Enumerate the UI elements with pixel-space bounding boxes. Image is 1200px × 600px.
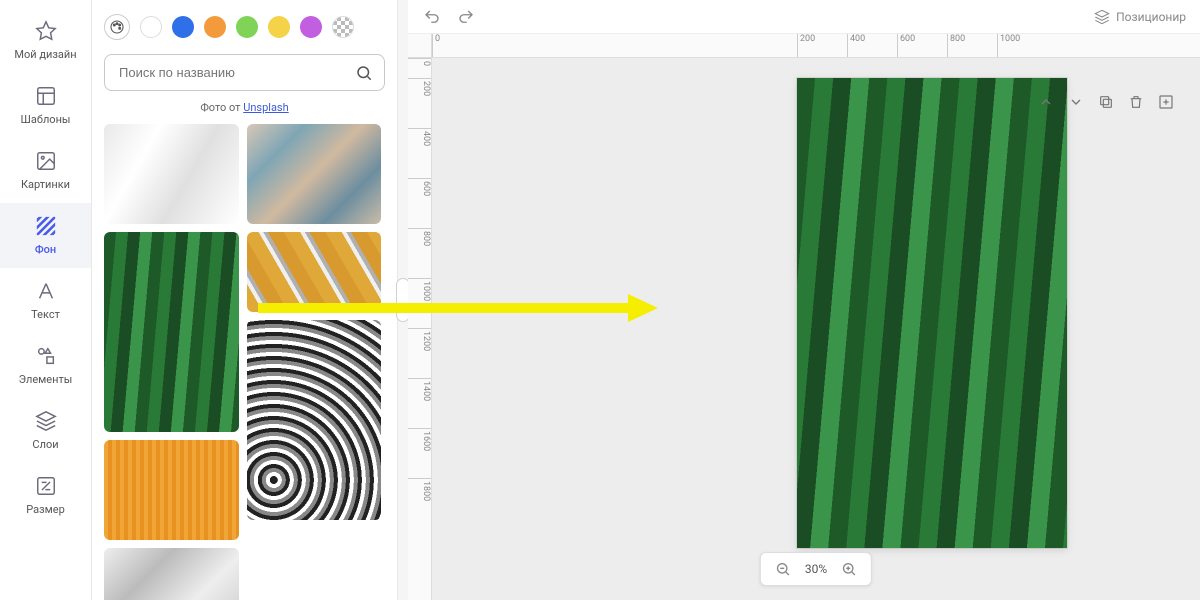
- panel-divider: [398, 0, 408, 600]
- bg-thumb-tiles[interactable]: [247, 124, 382, 224]
- move-down-button[interactable]: [1066, 92, 1086, 112]
- nav-label: Текст: [31, 308, 60, 321]
- swatch-transparent[interactable]: [332, 16, 354, 38]
- credit-prefix: Фото от: [200, 101, 243, 114]
- left-nav: Мой дизайн Шаблоны Картинки Фон Текст: [0, 0, 92, 600]
- duplicate-button[interactable]: [1096, 92, 1116, 112]
- undo-button[interactable]: [422, 7, 442, 27]
- bg-thumb-white-weave[interactable]: [104, 124, 239, 224]
- zoom-in-button[interactable]: [839, 559, 859, 579]
- delete-button[interactable]: [1126, 92, 1146, 112]
- nav-text[interactable]: Текст: [0, 268, 91, 333]
- ruler-horizontal: 0 200 400 600 800 1000: [432, 34, 1200, 58]
- nav-label: Мой дизайн: [14, 48, 76, 61]
- nav-images[interactable]: Картинки: [0, 138, 91, 203]
- workspace: 0 200 400 600 800 1000 0 200 400 600 800…: [408, 34, 1200, 600]
- resize-icon: [35, 475, 57, 497]
- stage: Позиционир 0 200 400 600 800 1000 0 200 …: [408, 0, 1200, 600]
- photo-credit: Фото от Unsplash: [104, 101, 385, 114]
- nav-background[interactable]: Фон: [0, 203, 91, 268]
- bg-thumb-swirl[interactable]: [247, 320, 382, 520]
- search-input[interactable]: [104, 54, 385, 91]
- zoom-level: 30%: [805, 562, 827, 576]
- ruler-tick: 200: [408, 78, 431, 128]
- bg-thumb-gray3d[interactable]: [104, 548, 239, 600]
- text-icon: [35, 280, 57, 302]
- add-button[interactable]: [1156, 92, 1176, 112]
- background-icon: [35, 215, 57, 237]
- star-icon: [35, 20, 57, 42]
- ruler-tick: 0: [408, 58, 431, 78]
- search-box: [104, 54, 385, 91]
- positioning-label: Позиционир: [1116, 10, 1186, 24]
- search-icon[interactable]: [355, 64, 373, 82]
- ruler-tick: 1000: [997, 34, 1047, 57]
- swatch-orange[interactable]: [204, 16, 226, 38]
- swatch-yellow[interactable]: [268, 16, 290, 38]
- artboard-background: [797, 78, 1067, 548]
- image-icon: [35, 150, 57, 172]
- canvas-topbar: Позиционир: [408, 0, 1200, 34]
- color-swatches: [104, 14, 385, 40]
- nav-label: Шаблоны: [21, 113, 71, 126]
- swatch-white[interactable]: [140, 16, 162, 38]
- canvas-artboard[interactable]: [797, 78, 1067, 548]
- ruler-tick: 600: [897, 34, 947, 57]
- ruler-tick: 800: [947, 34, 997, 57]
- ruler-tick: 0: [432, 34, 797, 57]
- ruler-tick: 400: [408, 128, 431, 178]
- canvas-viewport[interactable]: 30%: [432, 58, 1200, 600]
- nav-label: Фон: [35, 243, 56, 256]
- layers-icon: [35, 410, 57, 432]
- object-toolbar: [1036, 92, 1176, 112]
- ruler-tick: 1200: [408, 328, 431, 378]
- ruler-vertical: 0 200 400 600 800 1000 1200 1400 1600 18…: [408, 58, 432, 600]
- layers-icon: [1094, 9, 1110, 25]
- bg-thumb-orange[interactable]: [104, 440, 239, 540]
- swatch-green[interactable]: [236, 16, 258, 38]
- ruler-tick: 600: [408, 178, 431, 228]
- nav-my-design[interactable]: Мой дизайн: [0, 8, 91, 73]
- zoom-out-button[interactable]: [773, 559, 793, 579]
- bg-thumb-hex[interactable]: [247, 232, 382, 312]
- ruler-tick: 200: [797, 34, 847, 57]
- positioning-button[interactable]: Позиционир: [1094, 9, 1186, 25]
- ruler-tick: 800: [408, 228, 431, 278]
- ruler-corner: [408, 34, 432, 58]
- nav-templates[interactable]: Шаблоны: [0, 73, 91, 138]
- nav-label: Картинки: [21, 178, 70, 191]
- templates-icon: [35, 85, 57, 107]
- nav-elements[interactable]: Элементы: [0, 333, 91, 398]
- elements-icon: [35, 345, 57, 367]
- background-panel: Фото от Unsplash: [92, 0, 398, 600]
- nav-label: Размер: [26, 503, 65, 516]
- thumbnails-scroll[interactable]: [104, 124, 385, 600]
- zoom-bar: 30%: [760, 552, 872, 586]
- ruler-tick: 1000: [408, 278, 431, 328]
- nav-label: Слои: [32, 438, 58, 451]
- swatch-blue[interactable]: [172, 16, 194, 38]
- nav-layers[interactable]: Слои: [0, 398, 91, 463]
- swatch-purple[interactable]: [300, 16, 322, 38]
- ruler-tick: 1800: [408, 478, 431, 528]
- nav-size[interactable]: Размер: [0, 463, 91, 528]
- color-picker-button[interactable]: [104, 14, 130, 40]
- ruler-tick: 1400: [408, 378, 431, 428]
- ruler-tick: 400: [847, 34, 897, 57]
- credit-link[interactable]: Unsplash: [243, 101, 288, 114]
- nav-label: Элементы: [19, 373, 73, 386]
- bg-thumb-leaves[interactable]: [104, 232, 239, 432]
- redo-button[interactable]: [456, 7, 476, 27]
- ruler-tick: 1600: [408, 428, 431, 478]
- move-up-button[interactable]: [1036, 92, 1056, 112]
